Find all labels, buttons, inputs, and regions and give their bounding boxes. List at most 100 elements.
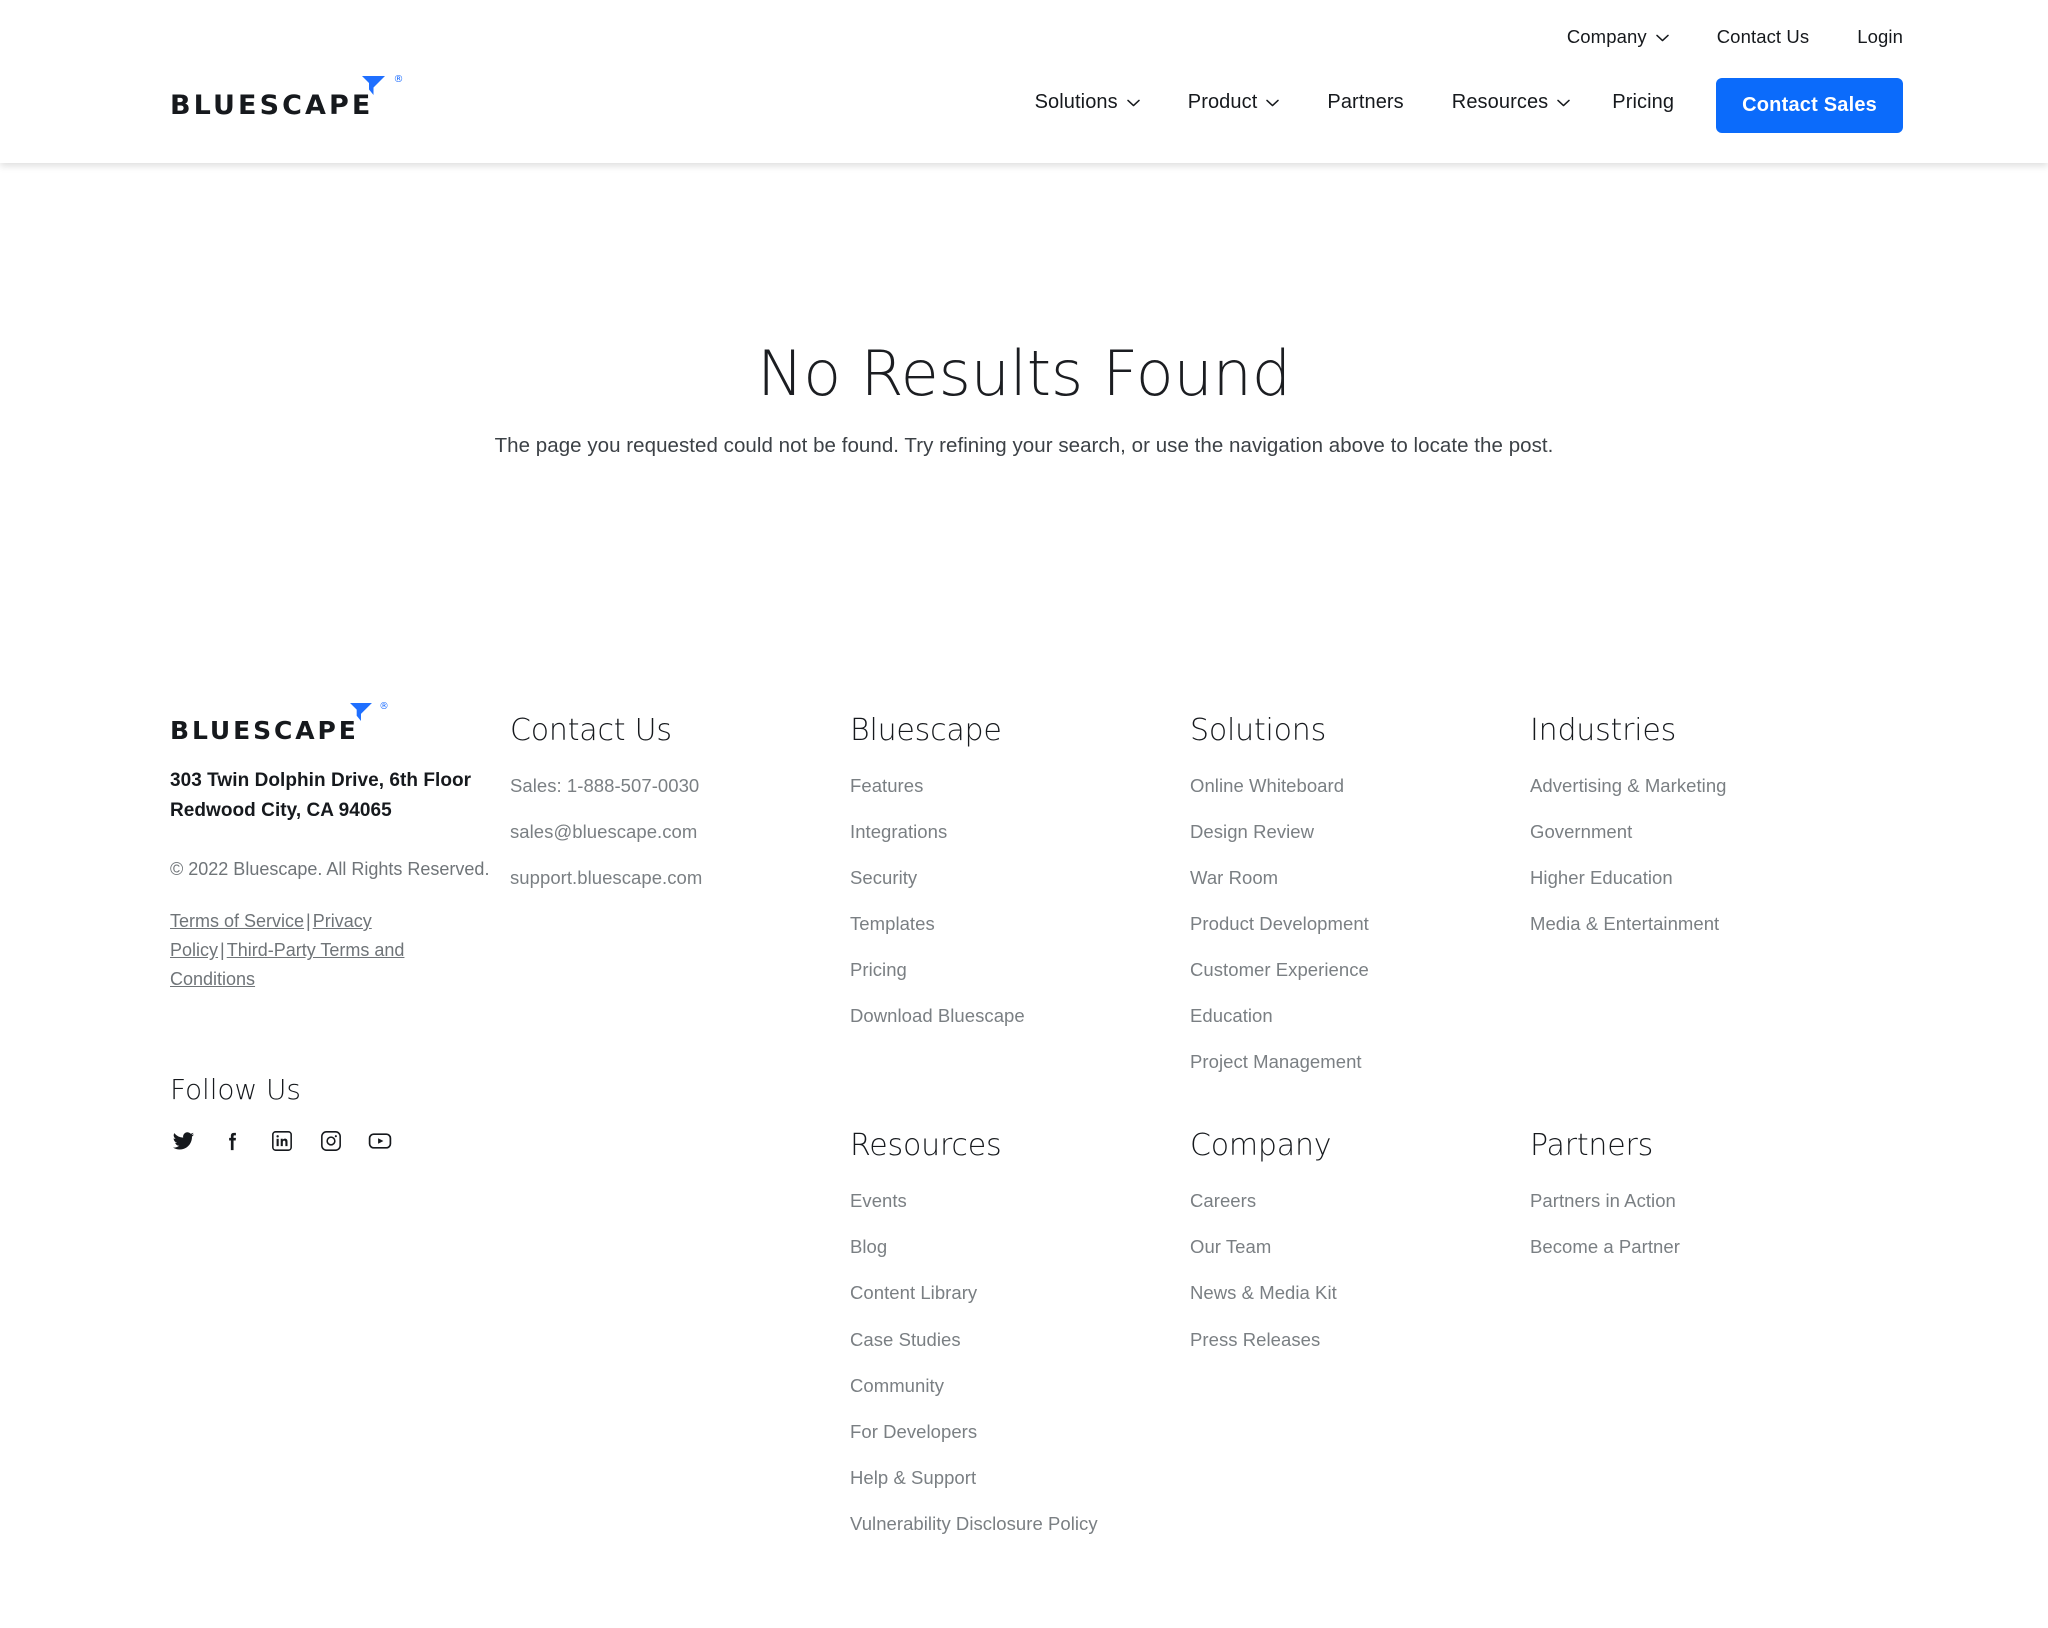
footer-link-for-developers[interactable]: For Developers: [850, 1421, 977, 1442]
nav-item-resources-label: Resources: [1451, 91, 1549, 113]
footer-logo-link[interactable]: BLUESCAPE ®: [170, 702, 389, 746]
list-item: Online Whiteboard: [1190, 774, 1530, 798]
registered-mark: ®: [379, 701, 389, 713]
list-item: Download Bluescape: [850, 1004, 1190, 1028]
footer-column-solutions: Solutions Online Whiteboard Design Revie…: [1190, 714, 1530, 1074]
main-nav: Solutions Product Partners Resources Pri…: [1035, 78, 1903, 133]
list-item: Content Library: [850, 1281, 1190, 1305]
list-item: Blog: [850, 1235, 1190, 1259]
footer-link-government[interactable]: Government: [1530, 821, 1632, 842]
page-title: No Results Found: [757, 337, 1291, 410]
nav-item-partners[interactable]: Partners: [1327, 78, 1403, 126]
social-links-row: [170, 1128, 510, 1155]
footer-link-education[interactable]: Education: [1190, 1005, 1273, 1026]
list-item: Sales: 1-888-507-0030: [510, 774, 850, 798]
main-content: No Results Found The page you requested …: [0, 163, 2048, 462]
contact-support-url[interactable]: support.bluescape.com: [510, 867, 702, 888]
twitter-icon[interactable]: [170, 1128, 197, 1155]
footer-link-become-a-partner[interactable]: Become a Partner: [1530, 1236, 1680, 1257]
header-inner: Company Contact Us Login BLUESCAPE ® Sol…: [0, 0, 2048, 163]
chevron-down-icon: [1557, 99, 1571, 107]
nav-item-solutions[interactable]: Solutions: [1035, 78, 1140, 126]
follow-us-heading: Follow Us: [170, 1072, 301, 1106]
footer-link-community[interactable]: Community: [850, 1375, 944, 1396]
footer-link-pricing[interactable]: Pricing: [850, 959, 907, 980]
utility-nav-contact-us[interactable]: Contact Us: [1717, 27, 1810, 47]
linkedin-icon[interactable]: [268, 1128, 295, 1155]
footer-column-contact: Contact Us Sales: 1-888-507-0030 sales@b…: [510, 714, 850, 890]
footer-copyright: © 2022 Bluescape. All Rights Reserved.: [170, 859, 490, 880]
footer-link-product-development[interactable]: Product Development: [1190, 913, 1369, 934]
footer-link-download-bluescape[interactable]: Download Bluescape: [850, 1005, 1025, 1026]
list-item: Vulnerability Disclosure Policy: [850, 1512, 1190, 1536]
footer-link-content-library[interactable]: Content Library: [850, 1282, 977, 1303]
list-item: Community: [850, 1374, 1190, 1398]
list-item: Partners in Action: [1530, 1189, 1875, 1213]
bluescape-logo: BLUESCAPE ®: [170, 702, 389, 746]
bluescape-flag-icon: [360, 75, 386, 96]
footer-column-title-resources: Resources: [850, 1128, 1002, 1164]
facebook-icon[interactable]: [219, 1128, 246, 1155]
legal-separator-1: |: [306, 911, 311, 932]
footer-link-project-management[interactable]: Project Management: [1190, 1051, 1362, 1072]
footer-link-vulnerability-disclosure-policy[interactable]: Vulnerability Disclosure Policy: [850, 1513, 1098, 1534]
utility-nav-login[interactable]: Login: [1857, 27, 1903, 47]
list-item: Product Development: [1190, 912, 1530, 936]
instagram-icon[interactable]: [317, 1128, 344, 1155]
footer-link-templates[interactable]: Templates: [850, 913, 935, 934]
footer-column-industries: Industries Advertising & Marketing Gover…: [1530, 714, 1875, 936]
footer-link-help-support[interactable]: Help & Support: [850, 1467, 976, 1488]
logo-wordmark: BLUESCAPE: [170, 90, 374, 121]
list-item: Project Management: [1190, 1050, 1530, 1074]
footer-link-partners-in-action[interactable]: Partners in Action: [1530, 1190, 1676, 1211]
nav-item-product[interactable]: Product: [1188, 78, 1280, 126]
nav-item-resources[interactable]: Resources: [1452, 78, 1571, 126]
legal-separator-2: |: [220, 940, 225, 961]
youtube-icon[interactable]: [366, 1128, 393, 1155]
list-item: Media & Entertainment: [1530, 912, 1875, 936]
footer-legal-links: Terms of Service | Privacy Policy | Third-Pa…: [170, 907, 455, 994]
footer-link-features[interactable]: Features: [850, 775, 923, 796]
footer-link-customer-experience[interactable]: Customer Experience: [1190, 959, 1369, 980]
footer-column-title-bluescape: Bluescape: [850, 713, 1002, 749]
footer-link-advertising-marketing[interactable]: Advertising & Marketing: [1530, 775, 1727, 796]
footer-link-media-entertainment[interactable]: Media & Entertainment: [1530, 913, 1719, 934]
list-item: Careers: [1190, 1189, 1530, 1213]
footer-link-security[interactable]: Security: [850, 867, 917, 888]
legal-link-terms-of-service[interactable]: Terms of Service: [170, 911, 304, 931]
footer-link-design-review[interactable]: Design Review: [1190, 821, 1314, 842]
footer-link-our-team[interactable]: Our Team: [1190, 1236, 1271, 1257]
list-item: Our Team: [1190, 1235, 1530, 1259]
contact-sales-button[interactable]: Contact Sales: [1716, 78, 1903, 133]
list-item: Education: [1190, 1004, 1530, 1028]
list-item: Design Review: [1190, 820, 1530, 844]
footer-link-news-media-kit[interactable]: News & Media Kit: [1190, 1282, 1337, 1303]
footer-link-press-releases[interactable]: Press Releases: [1190, 1329, 1320, 1350]
footer-link-careers[interactable]: Careers: [1190, 1190, 1256, 1211]
footer-link-higher-education[interactable]: Higher Education: [1530, 867, 1673, 888]
footer-link-list-solutions: Online Whiteboard Design Review War Room…: [1190, 774, 1530, 1074]
logo-wordmark: BLUESCAPE: [170, 716, 359, 746]
footer-column-title-industries: Industries: [1530, 713, 1677, 749]
footer-link-war-room[interactable]: War Room: [1190, 867, 1278, 888]
footer-link-integrations[interactable]: Integrations: [850, 821, 947, 842]
footer-link-case-studies[interactable]: Case Studies: [850, 1329, 961, 1350]
list-item: News & Media Kit: [1190, 1281, 1530, 1305]
footer-column-title-company: Company: [1190, 1128, 1332, 1164]
footer-column-resources: Resources Events Blog Content Library Ca…: [850, 1074, 1190, 1535]
nav-item-pricing[interactable]: Pricing: [1612, 78, 1674, 126]
contact-sales-email[interactable]: sales@bluescape.com: [510, 821, 697, 842]
footer-link-list-partners: Partners in Action Become a Partner: [1530, 1189, 1875, 1259]
footer-link-events[interactable]: Events: [850, 1190, 907, 1211]
header-logo-link[interactable]: BLUESCAPE ®: [170, 75, 403, 121]
footer-link-online-whiteboard[interactable]: Online Whiteboard: [1190, 775, 1344, 796]
footer-link-blog[interactable]: Blog: [850, 1236, 887, 1257]
utility-nav-company-label: Company: [1566, 26, 1647, 47]
footer-column-title-partners: Partners: [1530, 1128, 1654, 1164]
utility-nav: Company Contact Us Login: [1566, 26, 1903, 47]
list-item: sales@bluescape.com: [510, 820, 850, 844]
address-line-2: Redwood City, CA 94065: [170, 800, 392, 822]
footer-column-title-contact: Contact Us: [510, 713, 672, 749]
utility-nav-company[interactable]: Company: [1566, 26, 1669, 47]
list-item: Higher Education: [1530, 866, 1875, 890]
